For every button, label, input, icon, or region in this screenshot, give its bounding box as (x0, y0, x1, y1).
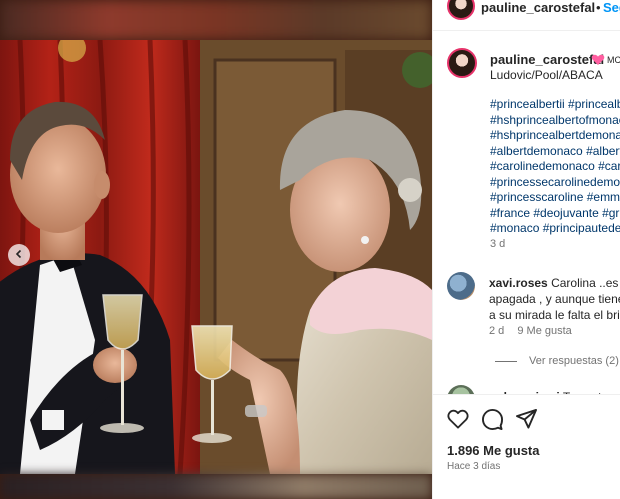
hashtag-line[interactable]: #albertdemonaco #albert (490, 144, 620, 160)
hashtag-line[interactable]: #princealbertii #princealb (490, 97, 620, 113)
comment-username[interactable]: xavi.roses (489, 276, 548, 290)
hashtag-line[interactable]: #carolinedemonaco #caro (490, 159, 620, 175)
carousel-prev-button[interactable] (8, 244, 30, 266)
comment-likes[interactable]: 9 Me gusta (517, 325, 571, 337)
paper-plane-icon[interactable] (516, 409, 537, 434)
header-username[interactable]: pauline_carostefal (481, 0, 595, 15)
view-replies-button[interactable]: Ver respuestas (2) (495, 355, 619, 367)
hashtag-line[interactable]: #princessecarolinedemon (490, 175, 620, 191)
comment-text-line: xavi.roses Carolina ..es el (489, 276, 620, 290)
comment-text-line: a su mirada le falta el bril (489, 308, 620, 322)
caption-username[interactable]: pauline_carostefal (490, 52, 604, 67)
comment-text-line: apagada , y aunque tiene (489, 292, 620, 306)
caption-avatar[interactable] (447, 48, 477, 78)
comment-time: 2 d (489, 325, 505, 337)
heart-icon[interactable] (447, 409, 469, 434)
photo-illustration (0, 40, 432, 474)
chevron-left-icon (14, 246, 24, 264)
post-media[interactable] (0, 0, 432, 499)
follow-button[interactable]: Segu (603, 0, 620, 15)
header-avatar[interactable] (447, 0, 475, 20)
hashtag-line[interactable]: #hshprincealbertofmonac (490, 113, 620, 129)
caption-credit: Ludovic/Pool/ABACA (490, 68, 603, 82)
hashtag-line[interactable]: #france #deojuvante #gri (490, 206, 620, 222)
caption-emoji-badge: MC (607, 55, 620, 65)
likes-count[interactable]: 1.896 Me gusta (447, 443, 540, 458)
hashtag-line[interactable]: #monaco #principautede (490, 221, 620, 237)
comment-icon[interactable] (482, 409, 503, 435)
post-side-panel: pauline_carostefal • Segu pauline_carost… (432, 0, 620, 499)
caption-hashtags: #princealbertii #princealb #hshprincealb… (490, 97, 620, 237)
hashtag-line[interactable]: #hshprincealbertdemona (490, 128, 620, 144)
media-blur-top (0, 0, 432, 40)
caption-timestamp: 3 d (490, 238, 506, 250)
post-age: Hace 3 días (447, 461, 501, 472)
post-actions-bar: 1.896 Me gusta Hace 3 días (433, 394, 620, 499)
header-divider (433, 30, 620, 31)
hashtag-line[interactable]: #princesscaroline #emma (490, 190, 620, 206)
media-blur-bottom (0, 474, 432, 499)
comment-text: Carolina ..es el (551, 276, 620, 290)
header-separator: • (596, 0, 601, 15)
comment-meta: 2 d 9 Me gusta (489, 325, 582, 337)
view-replies-label: Ver respuestas (2) (529, 355, 619, 367)
comment-avatar[interactable] (447, 272, 475, 300)
post-photo[interactable] (0, 40, 432, 474)
replies-dash (495, 360, 517, 362)
